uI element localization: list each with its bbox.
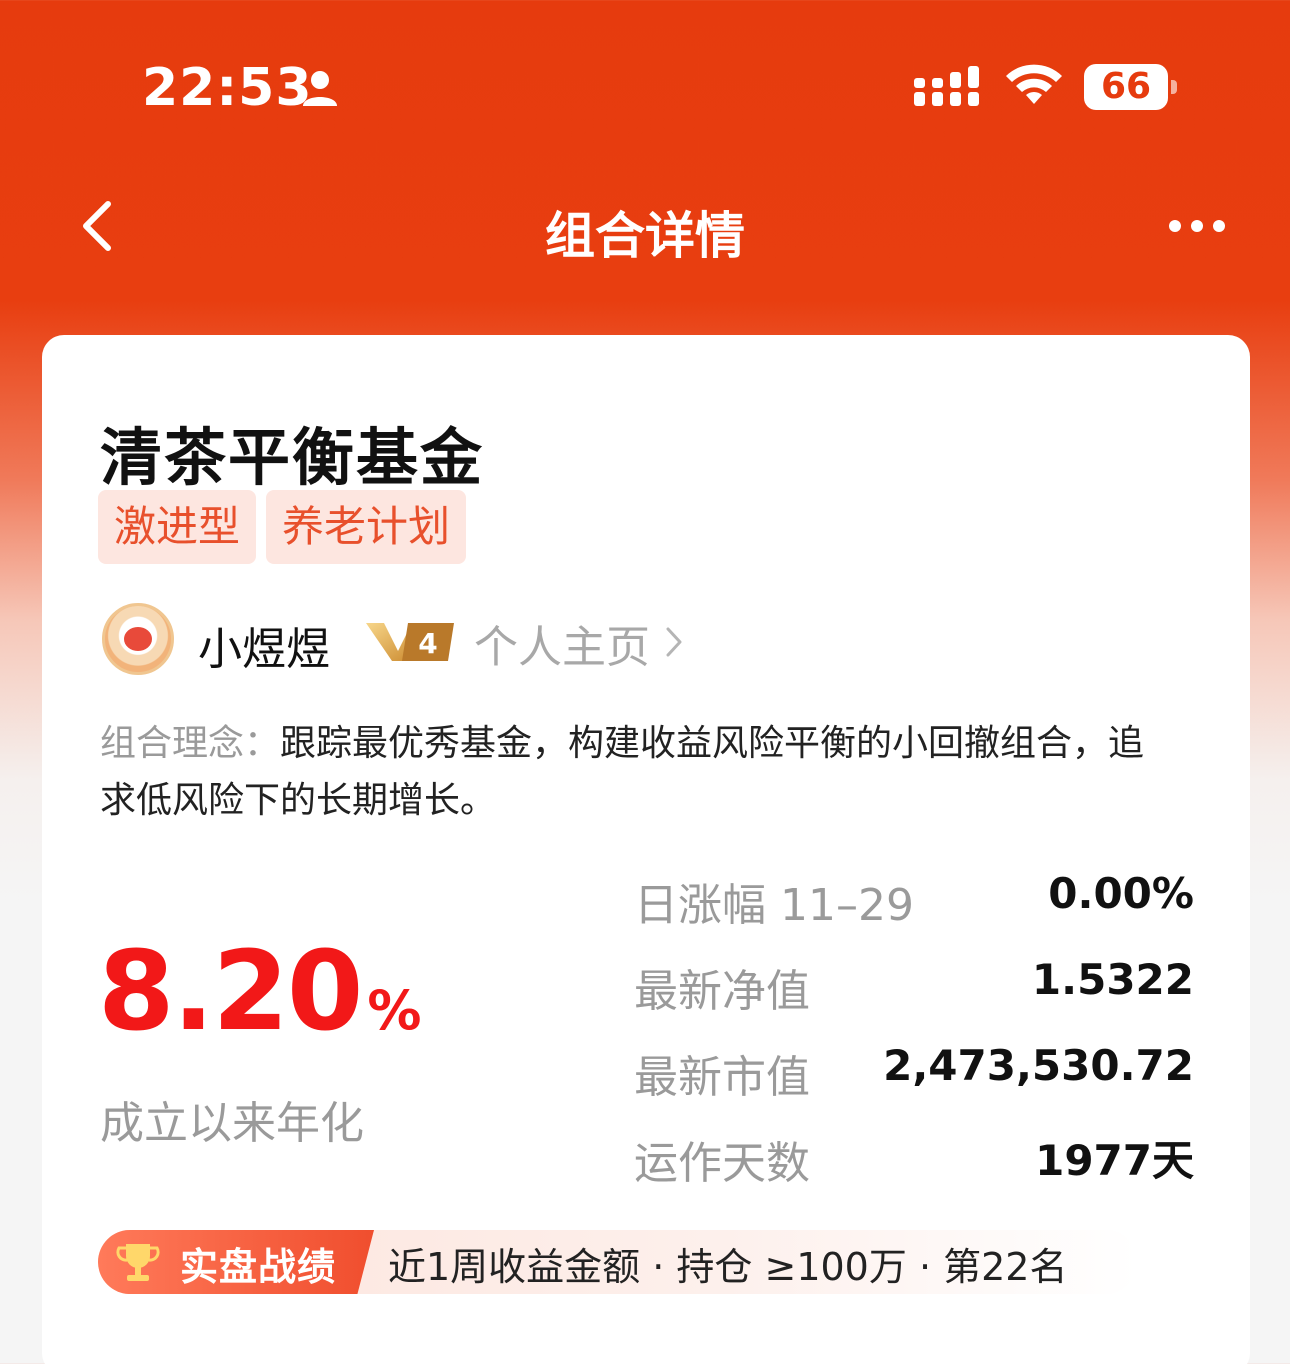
chevron-right-icon[interactable] <box>664 625 684 659</box>
stat-label: 最新市值 <box>634 1052 810 1103</box>
more-icon[interactable] <box>1166 216 1228 236</box>
status-time: 22:53 <box>142 58 313 118</box>
stat-value: 0.00% <box>1048 869 1194 918</box>
concept-label: 组合理念： <box>100 723 281 764</box>
stat-value: 2,473,530.72 <box>883 1041 1194 1090</box>
fund-name: 清茶平衡基金 <box>100 421 485 494</box>
author-name[interactable]: 小煜煜 <box>198 613 330 677</box>
stat-value: 1.5322 <box>1031 955 1194 1004</box>
fund-concept: 组合理念：跟踪最优秀基金，构建收益风险平衡的小回撤组合，追求低风险下的长期增长。 <box>100 715 1180 829</box>
achievement-text: 近1周收益金额 · 持仓 ≥100万 · 第22名 <box>388 1245 1068 1289</box>
achievement-banner[interactable]: 实盘战绩 近1周收益金额 · 持仓 ≥100万 · 第22名 <box>98 1230 1138 1294</box>
level-badge-icon: 4 <box>366 623 454 661</box>
page-title: 组合详情 <box>545 207 745 265</box>
stat-daily-change: 日涨幅 11–29 0.00% <box>634 869 1194 931</box>
homepage-link[interactable]: 个人主页 <box>474 611 650 675</box>
status-bar: 22:53 66 <box>0 0 1290 170</box>
avatar-decoration <box>124 627 152 651</box>
fund-detail-card: 清茶平衡基金 激进型 养老计划 小煜煜 4 个人主页 组合理念：跟踪最优秀基金，… <box>42 335 1250 1364</box>
person-icon <box>303 71 337 106</box>
trophy-icon <box>116 1244 160 1281</box>
annualized-return-unit: % <box>367 979 422 1042</box>
cellular-signal-icon <box>914 66 979 106</box>
achievement-badge-label: 实盘战绩 <box>180 1245 337 1289</box>
battery-level: 66 <box>1100 66 1152 107</box>
annualized-return: 8.20% <box>98 927 422 1055</box>
annualized-return-label: 成立以来年化 <box>100 1098 364 1149</box>
stat-market-value: 最新市值 2,473,530.72 <box>634 1041 1194 1103</box>
annualized-return-value: 8.20 <box>98 927 363 1055</box>
level-number: 4 <box>418 627 437 660</box>
stat-latest-nav: 最新净值 1.5322 <box>634 955 1194 1017</box>
battery-indicator: 66 <box>1084 64 1168 110</box>
tag-plan: 养老计划 <box>266 490 467 564</box>
battery-tip <box>1171 80 1177 94</box>
tag-risk-type: 激进型 <box>98 490 257 564</box>
stat-operating-days: 运作天数 1977天 <box>634 1127 1194 1189</box>
stat-label: 日涨幅 11–29 <box>634 880 914 931</box>
stat-value: 1977天 <box>1035 1136 1194 1185</box>
stat-label: 运作天数 <box>634 1138 810 1189</box>
wifi-icon <box>1006 64 1062 104</box>
stat-label: 最新净值 <box>634 966 810 1017</box>
